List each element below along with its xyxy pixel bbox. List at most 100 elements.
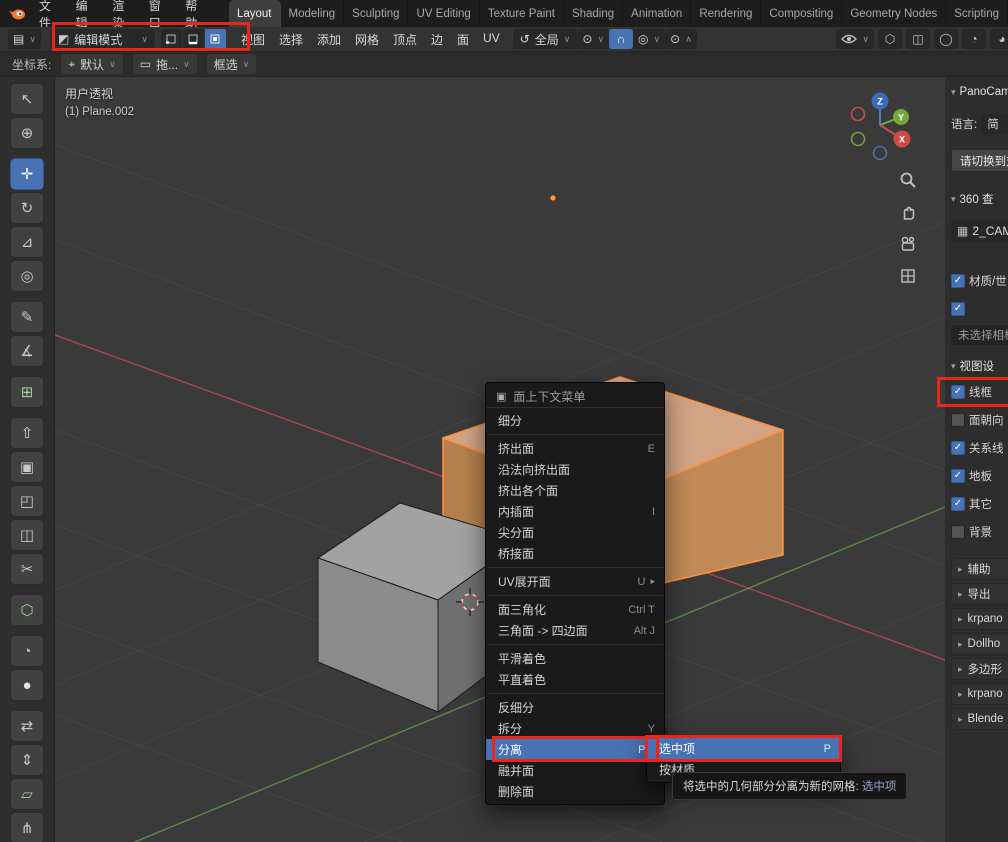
sidebar-panel-polygon[interactable]: ▸多边形 (951, 658, 1008, 680)
cursor-tool-button[interactable]: ⊕ (10, 117, 44, 149)
workspace-tab-uv-editing[interactable]: UV Editing (408, 0, 479, 27)
extrude-region-tool-button[interactable]: ⇧ (10, 417, 44, 449)
edge-select-button[interactable] (183, 29, 204, 49)
pivot-dropdown[interactable]: ⊙∨ (577, 29, 609, 49)
context-menu-item-shade-flat[interactable]: 平直着色 (486, 669, 664, 690)
camera-view-button[interactable] (895, 231, 921, 257)
context-menu-item-un-subdivide[interactable]: 反细分 (486, 697, 664, 718)
falloff-dropdown[interactable]: ⊙∧ (665, 29, 697, 49)
sidebar-checkbox-unlabeled[interactable]: ✓ (951, 298, 1008, 319)
workspace-tab-compositing[interactable]: Compositing (761, 0, 842, 27)
select-mode-dropdown[interactable]: 框选 ∨ (207, 54, 257, 74)
context-menu-item-inset-faces[interactable]: 内插面I (486, 501, 664, 522)
measure-tool-button[interactable]: ∡ (10, 335, 44, 367)
snap-toggle-button[interactable]: ∩ (609, 29, 633, 49)
shrink-fatten-tool-button[interactable]: ⇕ (10, 744, 44, 776)
transform-tool-button[interactable]: ◎ (10, 260, 44, 292)
view-check-others[interactable]: ✓其它 (951, 493, 1008, 514)
sidebar-panel-dollhouse[interactable]: ▸Dollho (951, 633, 1008, 655)
zoom-button[interactable] (895, 167, 921, 193)
switch-object-button[interactable]: 请切换到对 (951, 149, 1008, 172)
header-menu-vertex[interactable]: 顶点 (386, 31, 424, 48)
shear-tool-button[interactable]: ▱ (10, 778, 44, 810)
menu-file[interactable]: 文件 (30, 0, 67, 31)
vertex-select-button[interactable] (161, 29, 182, 49)
context-menu-item-extrude-faces-along-normals[interactable]: 沿法向挤出面 (486, 459, 664, 480)
mode-dropdown[interactable]: ◩ 编辑模式 ∨ (51, 29, 155, 49)
annotate-tool-button[interactable]: ✎ (10, 301, 44, 333)
rip-region-tool-button[interactable]: ⋔ (10, 812, 44, 842)
material-world-check-row[interactable]: ✓ 材质/世 (951, 270, 1008, 291)
orthographic-toggle-button[interactable] (895, 263, 921, 289)
edge-slide-tool-button[interactable]: ⇄ (10, 710, 44, 742)
context-menu-item-extrude-faces[interactable]: 挤出面E (486, 438, 664, 459)
context-menu-item-triangulate-faces[interactable]: 面三角化Ctrl T (486, 599, 664, 620)
viewport-shading-button[interactable]: ◔ (962, 29, 986, 49)
sidebar-section-view-settings[interactable]: ▾ 视图设 (951, 357, 1008, 375)
header-menu-mesh[interactable]: 网格 (348, 31, 386, 48)
sidebar-panel-krpano-2[interactable]: ▸krpano (951, 683, 1008, 705)
show-gizmo-button[interactable]: ⬡ (878, 29, 902, 49)
workspace-tab-layout[interactable]: Layout (229, 0, 281, 27)
workspace-tab-texture-paint[interactable]: Texture Paint (480, 0, 564, 27)
workspace-tab-rendering[interactable]: Rendering (691, 0, 761, 27)
header-menu-uv[interactable]: UV (476, 31, 507, 48)
loop-cut-tool-button[interactable]: ◫ (10, 519, 44, 551)
context-menu-item-extrude-individual-faces[interactable]: 挤出各个面 (486, 480, 664, 501)
editor-type-button[interactable]: ▤∨ (8, 29, 41, 49)
context-menu-item-subdivide[interactable]: 细分 (486, 410, 664, 431)
context-menu-item-dissolve-faces[interactable]: 融并面 (486, 760, 664, 781)
submenu-item-selection[interactable]: 选中项P (647, 738, 840, 759)
tweak-select-tool-button[interactable]: ↖ (10, 83, 44, 115)
rotate-tool-button[interactable]: ↻ (10, 192, 44, 224)
menu-window[interactable]: 窗口 (140, 0, 177, 31)
workspace-tab-scripting[interactable]: Scripting (946, 0, 1008, 27)
menu-edit[interactable]: 编辑 (67, 0, 104, 31)
smooth-tool-button[interactable]: ● (10, 669, 44, 701)
workspace-tab-shading[interactable]: Shading (564, 0, 623, 27)
context-menu-item-uv-unwrap-faces[interactable]: UV展开面U▸ (486, 571, 664, 592)
context-menu-item-tris-to-quads[interactable]: 三角面 -> 四边面Alt J (486, 620, 664, 641)
menu-render[interactable]: 渲染 (103, 0, 140, 31)
workspace-tab-geometry-nodes[interactable]: Geometry Nodes (842, 0, 946, 27)
language-dropdown[interactable]: 简 ∨ (981, 114, 1008, 134)
camera-dropdown[interactable]: ▦ 2_CAM ∨ (951, 220, 1008, 242)
header-menu-view[interactable]: 视图 (234, 31, 272, 48)
header-menu-edge[interactable]: 边 (424, 31, 450, 48)
sidebar-panel-krpano-1[interactable]: ▸krpano (951, 608, 1008, 630)
menu-help[interactable]: 帮助 (176, 0, 213, 31)
view-check-background[interactable]: 背景 (951, 521, 1008, 542)
scale-tool-button[interactable]: ⊿ (10, 226, 44, 258)
sidebar-panel-export[interactable]: ▸导出 (951, 583, 1008, 605)
knife-tool-button[interactable]: ✂ (10, 553, 44, 585)
bevel-tool-button[interactable]: ◰ (10, 485, 44, 517)
drag-mode-dropdown[interactable]: ▭ 拖... ∨ (133, 54, 197, 74)
context-menu-item-separate[interactable]: 分离P▸ (486, 739, 664, 760)
header-menu-select[interactable]: 选择 (272, 31, 310, 48)
add-cube-tool-button[interactable]: ⊞ (10, 376, 44, 408)
context-menu-item-shade-smooth[interactable]: 平滑着色 (486, 648, 664, 669)
poly-build-tool-button[interactable]: ⬡ (10, 594, 44, 626)
sidebar-section-360[interactable]: ▾ 360 查 (951, 190, 1008, 208)
context-menu-item-split[interactable]: 拆分Y (486, 718, 664, 739)
inset-faces-tool-button[interactable]: ▣ (10, 451, 44, 483)
context-menu-item-bridge-faces[interactable]: 桥接面 (486, 543, 664, 564)
move-tool-button[interactable]: ✛ (10, 158, 44, 190)
view-check-wireframe[interactable]: ✓线框 (951, 381, 1008, 402)
context-menu-item-delete-faces[interactable]: 删除面 (486, 781, 664, 802)
header-menu-face[interactable]: 面 (450, 31, 476, 48)
workspace-tab-modeling[interactable]: Modeling (281, 0, 345, 27)
view-check-floor[interactable]: ✓地板 (951, 465, 1008, 486)
workspace-tab-sculpting[interactable]: Sculpting (344, 0, 408, 27)
transform-orientation-dropdown[interactable]: ⌖ 默认 ∨ (61, 54, 122, 74)
face-select-button[interactable] (205, 29, 226, 49)
spin-tool-button[interactable]: ◔ (10, 635, 44, 667)
view-check-relationship-lines[interactable]: ✓关系线 (951, 437, 1008, 458)
sidebar-panel-blender[interactable]: ▸Blende (951, 708, 1008, 730)
workspace-tab-animation[interactable]: Animation (623, 0, 691, 27)
proportional-edit-dropdown[interactable]: ◎∨ (633, 29, 665, 49)
visibility-dropdown[interactable]: ∨ (836, 29, 874, 49)
shading-sphere-button[interactable]: ◕ (990, 29, 1008, 49)
context-menu-item-poke-faces[interactable]: 尖分面 (486, 522, 664, 543)
view-check-face-orientation[interactable]: 面朝向 (951, 409, 1008, 430)
